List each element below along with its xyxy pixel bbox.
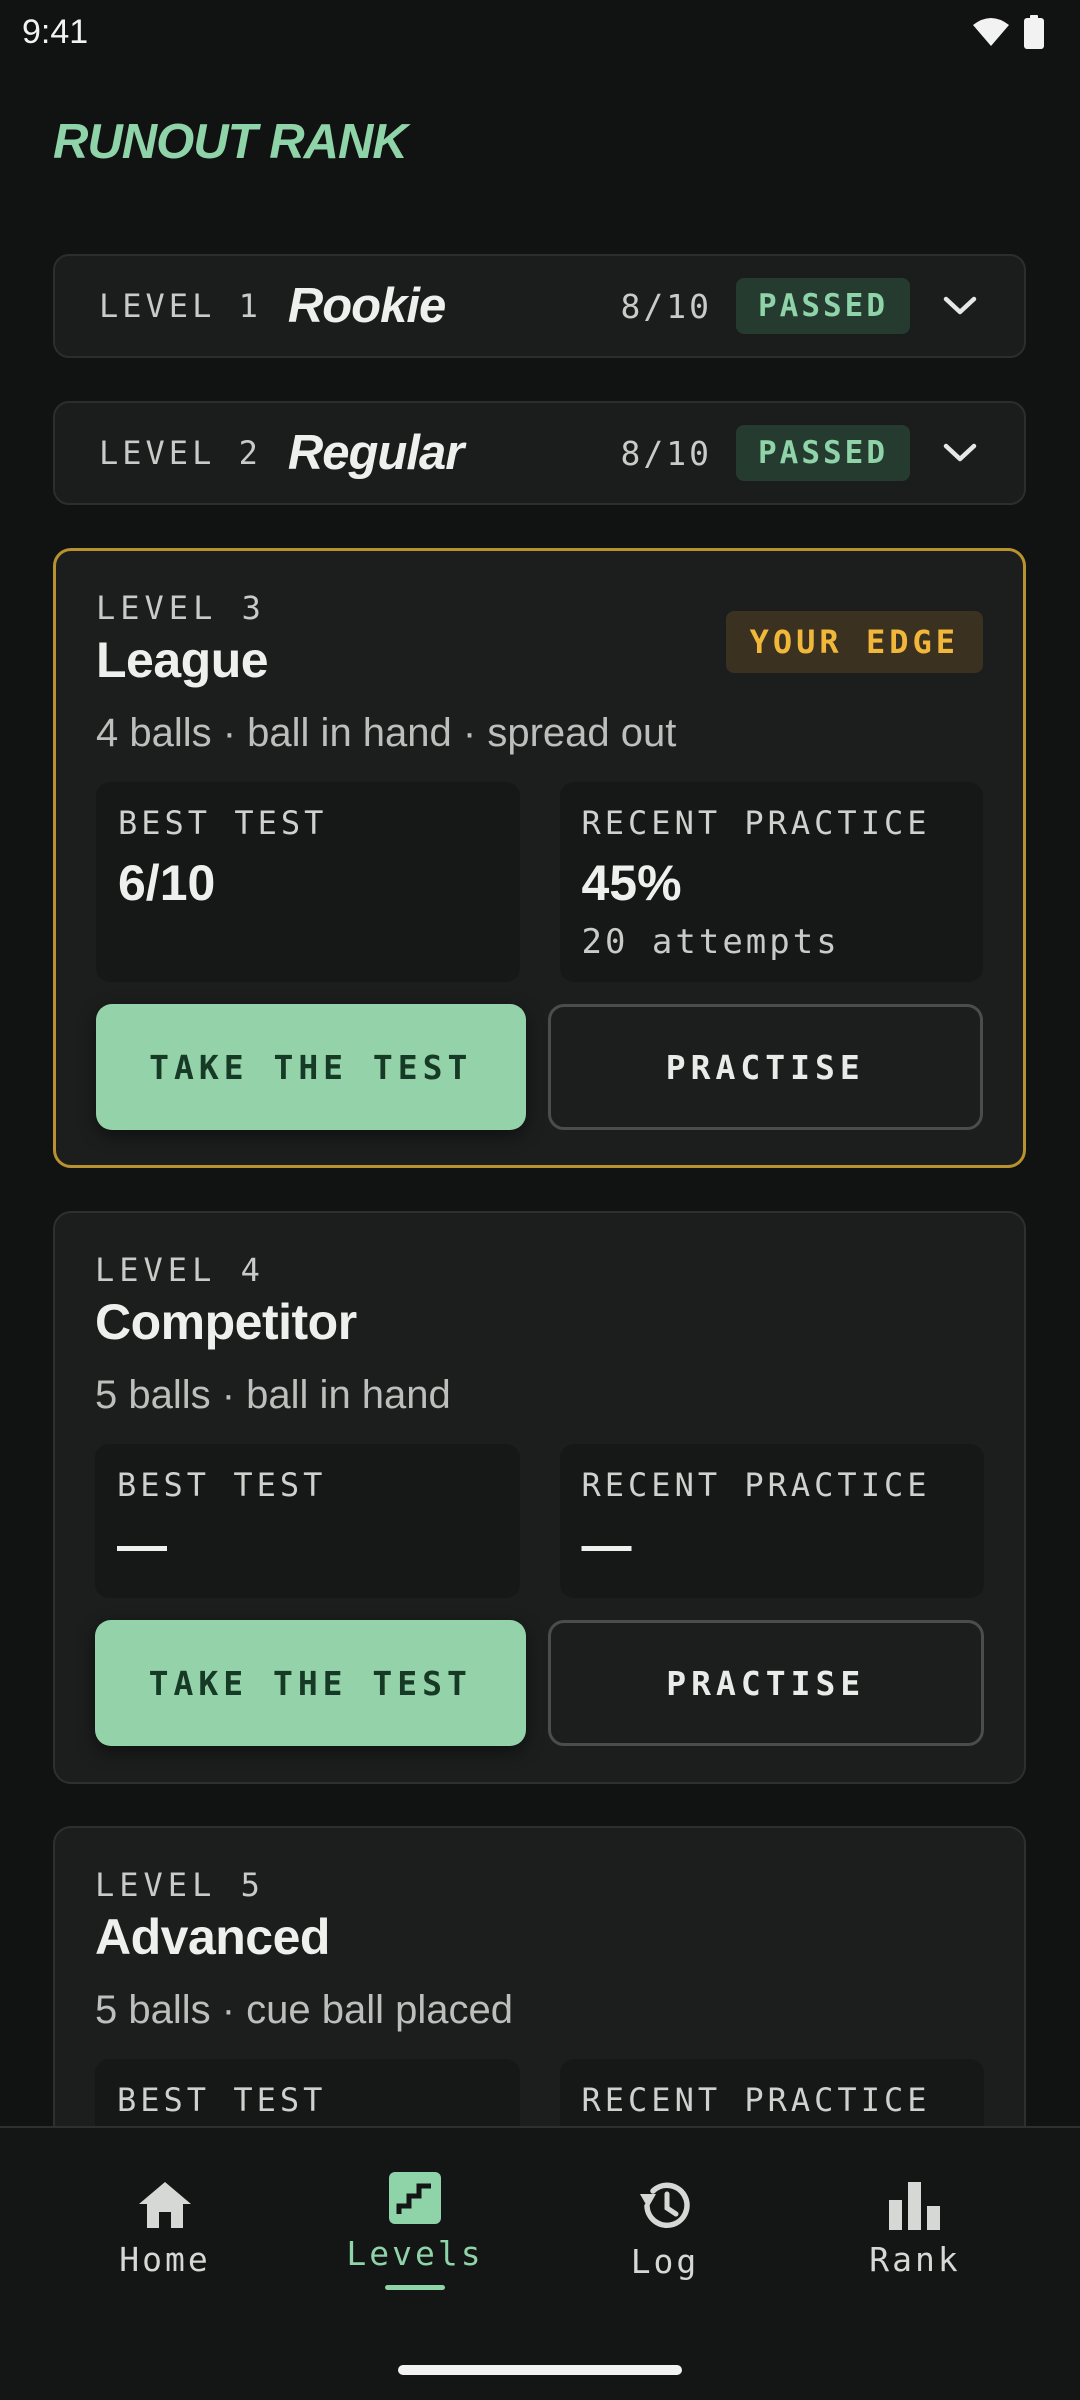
nav-label: Home [119, 2240, 211, 2279]
recent-practice-stat: RECENT PRACTICE — [559, 1444, 984, 1598]
level-name: Regular [287, 426, 464, 480]
stat-value: 6/10 [118, 855, 216, 911]
status-bar: 9:41 [0, 0, 1080, 64]
nav-label: Log [630, 2242, 700, 2281]
best-test-stat: BEST TEST 6/10 [96, 782, 520, 982]
status-icons [972, 15, 1044, 49]
practise-button[interactable]: PRACTISE [547, 1004, 983, 1130]
status-time: 9:41 [22, 12, 89, 51]
stat-value: — [117, 1517, 167, 1573]
recent-practice-stat: RECENT PRACTICE 45% 20 attempts [559, 782, 983, 982]
level-name: Advanced [95, 1909, 330, 1965]
level-number: LEVEL 1 [99, 287, 262, 325]
chevron-down-icon[interactable] [940, 286, 980, 326]
best-test-stat: BEST TEST — [95, 1444, 520, 1598]
bar-chart-icon [889, 2182, 940, 2230]
home-icon [139, 2182, 191, 2228]
stats-row: BEST TEST — RECENT PRACTICE — [95, 1444, 984, 1598]
stat-value: — [581, 1517, 632, 1573]
nav-item-levels[interactable]: Levels [315, 2128, 515, 2400]
level-name: Rookie [287, 279, 446, 333]
level-name: Competitor [95, 1294, 357, 1350]
stat-label: RECENT PRACTICE [581, 1466, 931, 1504]
history-icon [640, 2182, 690, 2228]
level-score: 8/10 [620, 433, 713, 473]
level-description: 4 balls · ball in hand · spread out [96, 711, 677, 755]
passed-badge: PASSED [736, 425, 910, 481]
level-row-1[interactable]: LEVEL 1 Rookie 8/10 PASSED [53, 254, 1026, 358]
nav-item-rank[interactable]: Rank [815, 2128, 1015, 2400]
nav-item-home[interactable]: Home [65, 2128, 265, 2400]
level-number: LEVEL 2 [99, 434, 262, 472]
level-number: LEVEL 5 [95, 1866, 265, 1904]
passed-badge: PASSED [736, 278, 910, 334]
level-score: 8/10 [620, 286, 713, 326]
stat-attempts: 20 attempts [581, 922, 840, 962]
your-edge-badge: YOUR EDGE [725, 611, 983, 673]
level-description: 5 balls · ball in hand [95, 1373, 451, 1417]
level-card-4: LEVEL 4 Competitor 5 balls · ball in han… [53, 1211, 1026, 1784]
home-indicator[interactable] [398, 2365, 682, 2375]
stat-label: RECENT PRACTICE [581, 2081, 931, 2119]
nav-label: Levels [346, 2234, 484, 2273]
take-test-button[interactable]: TAKE THE TEST [96, 1004, 526, 1130]
nav-label: Rank [869, 2240, 961, 2279]
stat-label: BEST TEST [117, 1466, 327, 1504]
wifi-icon [973, 18, 1009, 46]
stat-label: BEST TEST [118, 804, 328, 842]
practise-button[interactable]: PRACTISE [547, 1620, 984, 1746]
chevron-down-icon[interactable] [940, 433, 980, 473]
nav-item-log[interactable]: Log [565, 2128, 765, 2400]
level-row-2[interactable]: LEVEL 2 Regular 8/10 PASSED [53, 401, 1026, 505]
stat-value: 45% [581, 855, 682, 911]
bottom-nav: Home Levels Log Rank [0, 2126, 1080, 2400]
stat-label: RECENT PRACTICE [581, 804, 931, 842]
active-indicator [385, 2285, 445, 2290]
stats-row: BEST TEST 6/10 RECENT PRACTICE 45% 20 at… [96, 782, 983, 982]
stat-label: BEST TEST [117, 2081, 327, 2119]
actions-row: TAKE THE TEST PRACTISE [96, 1004, 983, 1130]
level-number: LEVEL 4 [95, 1251, 265, 1289]
level-description: 5 balls · cue ball placed [95, 1988, 514, 2032]
take-test-button[interactable]: TAKE THE TEST [95, 1620, 526, 1746]
level-card-3: LEVEL 3 League YOUR EDGE 4 balls · ball … [53, 548, 1026, 1168]
levels-icon [389, 2172, 441, 2224]
actions-row: TAKE THE TEST PRACTISE [95, 1620, 984, 1746]
battery-icon [1024, 15, 1044, 49]
app-title: RUNOUT RANK [53, 115, 408, 169]
